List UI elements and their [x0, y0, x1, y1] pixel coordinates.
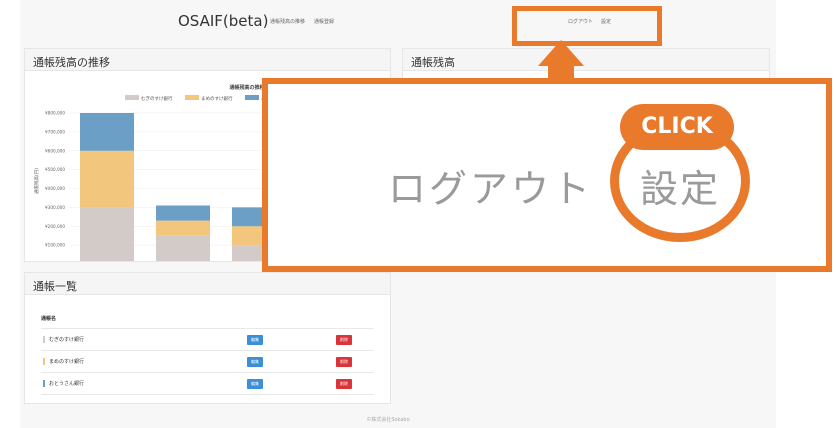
y-tick-label: ¥200,000: [45, 224, 65, 229]
legend-label: まめのすけ銀行: [201, 95, 233, 102]
nav-link-register[interactable]: 通帳登録: [314, 18, 334, 25]
y-tick-label: ¥600,000: [45, 148, 65, 153]
delete-button[interactable]: 削除: [336, 357, 352, 367]
y-tick-label: ¥500,000: [45, 167, 65, 172]
footer-copyright: ©株式会社Sokabo: [366, 417, 410, 423]
delete-button[interactable]: 削除: [336, 379, 352, 389]
account-row: おとうさん銀行 編集 削除: [41, 373, 374, 395]
account-list-header: 通帳名: [41, 301, 374, 329]
bar-segment: [156, 220, 210, 236]
balance-panel-title: 通帳残高: [403, 49, 769, 71]
account-list-body: 通帳名 むぎのすけ銀行 編集 削除 まめのすけ銀行 編集 削除 おとうさん銀行 …: [25, 295, 390, 401]
legend-swatch: [185, 95, 199, 100]
account-list-title: 通帳一覧: [25, 273, 390, 295]
bar-segment: [156, 205, 210, 221]
brand-logo[interactable]: OSAIF(beta): [178, 12, 268, 30]
nav-link-trend[interactable]: 通帳残高の推移: [270, 18, 305, 25]
click-badge: CLICK: [620, 104, 734, 150]
y-tick-label: ¥700,000: [45, 129, 65, 134]
edit-button[interactable]: 編集: [247, 379, 263, 389]
chart-bars: [80, 113, 286, 264]
legend-swatch: [125, 95, 139, 100]
chart-title: 通帳残高の推移: [229, 84, 264, 91]
account-name: まめのすけ銀行: [43, 358, 84, 365]
balance-panel: 通帳残高: [402, 48, 770, 80]
top-navbar: OSAIF(beta) 通帳残高の推移 通帳登録 ログアウト 設定: [0, 0, 836, 44]
y-tick-label: ¥300,000: [45, 205, 65, 210]
account-row: むぎのすけ銀行 編集 削除: [41, 329, 374, 351]
edit-button[interactable]: 編集: [247, 357, 263, 367]
arrow-up-icon: [538, 40, 584, 66]
y-tick-label: ¥800,000: [45, 111, 65, 116]
bar-segment: [80, 207, 134, 264]
legend-label: むぎのすけ銀行: [141, 95, 173, 102]
bar-segment: [156, 235, 210, 264]
edit-button[interactable]: 編集: [247, 335, 263, 345]
y-tick-label: ¥400,000: [45, 186, 65, 191]
trend-panel-title: 通帳残高の推移: [25, 49, 390, 71]
bar-segment: [80, 113, 134, 151]
account-list-panel: 通帳一覧 通帳名 むぎのすけ銀行 編集 削除 まめのすけ銀行 編集 削除 おとう…: [24, 272, 391, 404]
delete-button[interactable]: 削除: [336, 335, 352, 345]
bar-segment: [80, 150, 134, 208]
y-tick-label: ¥100,000: [45, 243, 65, 248]
account-name: むぎのすけ銀行: [43, 336, 84, 343]
account-name: おとうさん銀行: [43, 380, 84, 387]
account-row: まめのすけ銀行 編集 削除: [41, 351, 374, 373]
highlight-box: [512, 6, 662, 46]
legend-swatch: [245, 95, 259, 100]
zoom-logout-text: ログアウト: [388, 167, 594, 211]
chart-y-label: 通帳残高(円): [33, 168, 40, 194]
